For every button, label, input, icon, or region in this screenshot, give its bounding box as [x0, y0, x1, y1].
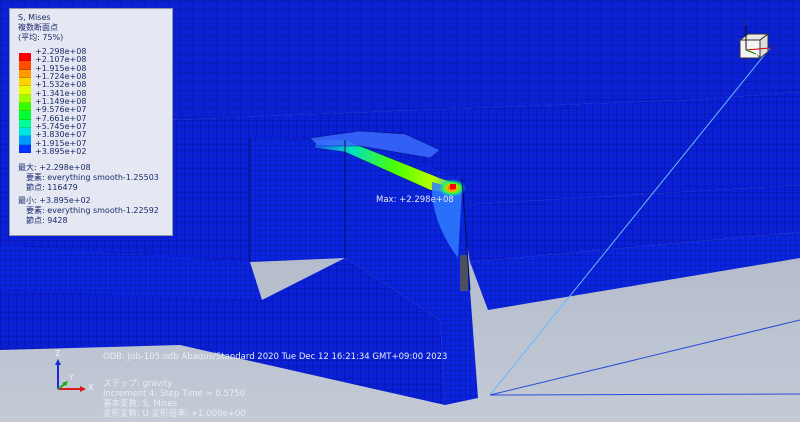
- legend-swatch: [19, 136, 31, 145]
- legend-swatch: [19, 111, 31, 120]
- legend-title: S, Mises: [18, 13, 51, 22]
- legend-swatch: [19, 69, 31, 78]
- min-element: 要素: everything smooth-1.22592: [26, 206, 159, 215]
- min-value: 最小: +3.895e+02: [18, 196, 91, 205]
- legend-swatch: [19, 144, 31, 153]
- legend-swatch: [19, 77, 31, 87]
- view-cube-icon[interactable]: [734, 20, 778, 64]
- legend-swatch: [19, 61, 31, 70]
- abaqus-viewport[interactable]: S, Mises 複数断面点 (平均: 75%) +2.298e+08 +2.10…: [0, 0, 800, 422]
- boundary-line: [489, 319, 800, 396]
- legend-swatch: [19, 127, 31, 137]
- view-cube-z-label: Z: [743, 20, 748, 27]
- view-cube[interactable]: Z X Y: [734, 20, 778, 64]
- gray-block: [460, 255, 468, 291]
- legend-value-label: +3.895e+02: [35, 146, 87, 156]
- legend-labels: +2.298e+08 +2.107e+08 +1.915e+08 +1.724e+08…: [35, 47, 87, 156]
- color-bar: [19, 53, 31, 153]
- legend-average: (平均: 75%): [18, 33, 64, 42]
- legend-swatch: [19, 119, 31, 128]
- legend-swatch: [19, 102, 31, 112]
- min-node: 節点: 9428: [26, 216, 68, 225]
- legend-swatch: [19, 94, 31, 103]
- boundary-line: [489, 393, 800, 396]
- odb-info: ODB: Job-105.odb Abaqus/Standard 2020 Tu…: [103, 352, 448, 362]
- max-node: 節点: 116479: [26, 183, 78, 192]
- triad-z-label: Z: [55, 349, 61, 358]
- legend-subtitle: 複数断面点: [18, 23, 58, 32]
- legend-swatch: [19, 86, 31, 95]
- max-value: 最大: +2.298e+08: [18, 163, 91, 172]
- coordinate-triad: Z X Y: [48, 349, 98, 399]
- inner-panel: [250, 138, 345, 262]
- legend-swatch: [19, 53, 31, 62]
- view-cube-x-label: X: [772, 44, 777, 51]
- view-cube-y-label: Y: [757, 54, 761, 61]
- deformed-variable: 変形変数: U 変形倍率: +1.000e+00: [103, 409, 246, 419]
- triad-y-label: Y: [69, 373, 74, 382]
- max-marker-label: Max: +2.298e+08: [376, 195, 454, 205]
- max-element: 要素: everything smooth-1.25503: [26, 173, 159, 182]
- triad-x-label: X: [88, 383, 94, 392]
- contour-legend: S, Mises 複数断面点 (平均: 75%) +2.298e+08 +2.10…: [9, 8, 173, 236]
